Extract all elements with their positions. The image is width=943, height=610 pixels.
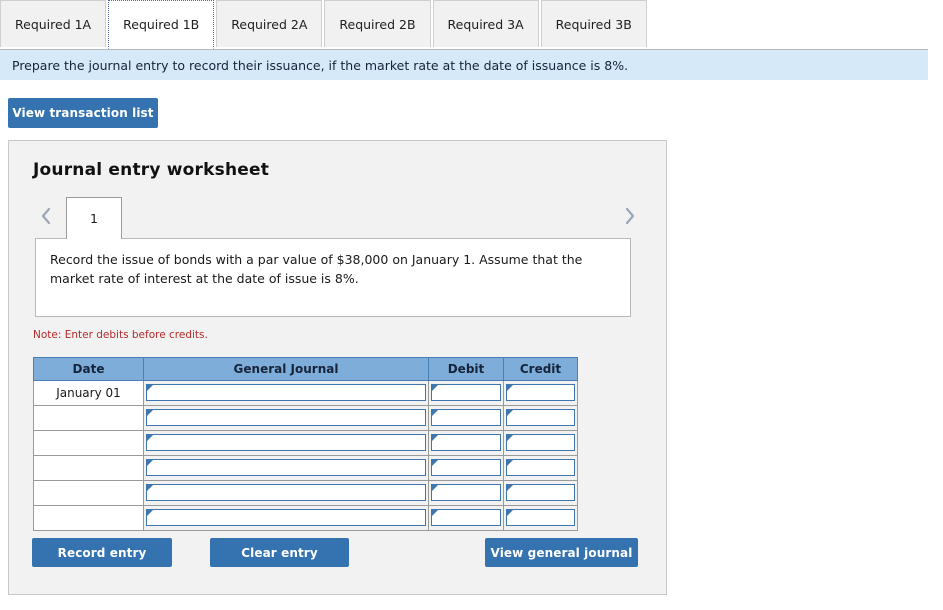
cell-date[interactable]	[33, 430, 144, 456]
general-journal-input[interactable]	[146, 434, 426, 451]
cell-date[interactable]	[33, 480, 144, 506]
debit-input[interactable]	[431, 459, 501, 476]
debit-input[interactable]	[431, 434, 501, 451]
cell-debit	[428, 480, 504, 506]
table-header-row: Date General Journal Debit Credit	[33, 357, 578, 381]
cell-date[interactable]	[33, 505, 144, 531]
credit-input[interactable]	[506, 384, 575, 401]
tab-required-2a[interactable]: Required 2A	[216, 0, 323, 47]
clear-entry-button[interactable]: Clear entry	[210, 538, 349, 567]
worksheet-page-nav: 1	[31, 197, 645, 239]
journal-entry-table: Date General Journal Debit Credit Januar…	[33, 357, 578, 531]
column-header-date: Date	[33, 357, 144, 381]
credit-input[interactable]	[506, 509, 575, 526]
tab-required-2b[interactable]: Required 2B	[324, 0, 431, 47]
chevron-right-icon[interactable]	[619, 203, 641, 229]
tab-required-1a[interactable]: Required 1A	[0, 0, 107, 47]
debit-input[interactable]	[431, 384, 501, 401]
cell-debit	[428, 505, 504, 531]
cell-general-journal	[143, 380, 429, 406]
table-row	[33, 505, 578, 531]
debit-input[interactable]	[431, 509, 501, 526]
cell-general-journal	[143, 505, 429, 531]
table-row	[33, 405, 578, 431]
cell-date[interactable]	[33, 455, 144, 481]
instruction-banner: Prepare the journal entry to record thei…	[0, 49, 928, 80]
worksheet-page-tab-1[interactable]: 1	[66, 197, 122, 239]
table-row	[33, 480, 578, 506]
chevron-left-icon[interactable]	[35, 203, 57, 229]
page-title: Journal entry worksheet	[33, 160, 270, 180]
column-header-general-journal: General Journal	[143, 357, 429, 381]
tab-required-3a[interactable]: Required 3A	[432, 0, 539, 47]
cell-general-journal	[143, 430, 429, 456]
cell-debit	[428, 380, 504, 406]
cell-credit	[503, 430, 578, 456]
general-journal-input[interactable]	[146, 484, 426, 501]
instruction-text: Prepare the journal entry to record thei…	[12, 57, 629, 73]
cell-general-journal	[143, 455, 429, 481]
table-row: January 01	[33, 380, 578, 406]
record-entry-button[interactable]: Record entry	[32, 538, 172, 567]
credit-input[interactable]	[506, 459, 575, 476]
view-transaction-list-button[interactable]: View transaction list	[8, 98, 158, 128]
credit-input[interactable]	[506, 434, 575, 451]
cell-general-journal	[143, 405, 429, 431]
required-tabs-strip: Required 1A Required 1B Required 2A Require…	[0, 0, 943, 49]
debit-input[interactable]	[431, 484, 501, 501]
cell-date[interactable]	[33, 405, 144, 431]
debits-before-credits-note: Note: Enter debits before credits.	[33, 329, 208, 341]
general-journal-input[interactable]	[146, 459, 426, 476]
credit-input[interactable]	[506, 409, 575, 426]
credit-input[interactable]	[506, 484, 575, 501]
cell-debit	[428, 405, 504, 431]
cell-credit	[503, 380, 578, 406]
cell-credit	[503, 480, 578, 506]
cell-credit	[503, 455, 578, 481]
transaction-description: Record the issue of bonds with a par val…	[35, 238, 631, 317]
cell-credit	[503, 505, 578, 531]
general-journal-input[interactable]	[146, 384, 426, 401]
column-header-credit: Credit	[503, 357, 578, 381]
general-journal-input[interactable]	[146, 509, 426, 526]
debit-input[interactable]	[431, 409, 501, 426]
tab-required-1b[interactable]: Required 1B	[108, 0, 215, 49]
cell-debit	[428, 430, 504, 456]
general-journal-input[interactable]	[146, 409, 426, 426]
cell-general-journal	[143, 480, 429, 506]
table-row	[33, 455, 578, 481]
view-general-journal-button[interactable]: View general journal	[485, 538, 638, 567]
cell-debit	[428, 455, 504, 481]
cell-credit	[503, 405, 578, 431]
table-row	[33, 430, 578, 456]
cell-date[interactable]: January 01	[33, 380, 144, 406]
tab-required-3b[interactable]: Required 3B	[540, 0, 647, 47]
column-header-debit: Debit	[428, 357, 504, 381]
journal-entry-worksheet-panel: Journal entry worksheet 1 Record the iss…	[8, 140, 667, 595]
